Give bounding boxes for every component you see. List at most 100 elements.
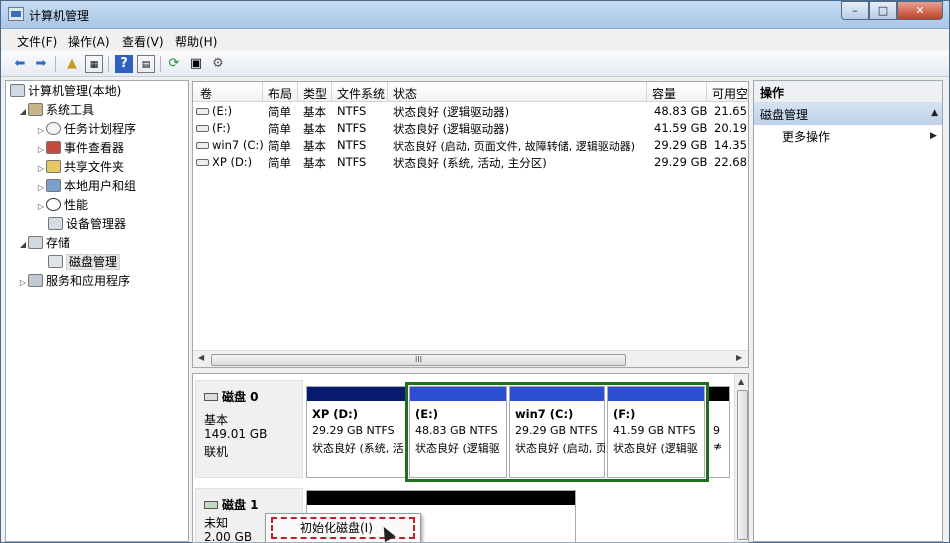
scrollbar-thumb[interactable]: III bbox=[211, 354, 626, 366]
free-space-cell: 20.19 bbox=[714, 121, 747, 135]
column-status[interactable]: 状态 bbox=[393, 85, 417, 102]
table-row[interactable]: win7 (C:) 简单 基本 NTFS 状态良好 (启动, 页面文件, 故障转… bbox=[193, 136, 748, 153]
tree-label: 系统工具 bbox=[46, 103, 95, 117]
horizontal-scrollbar[interactable]: ◀ III ▶ bbox=[193, 350, 748, 367]
capacity-cell: 41.59 GB bbox=[654, 121, 708, 135]
menu-view[interactable]: 查看(V) bbox=[122, 33, 164, 50]
expanded-arrow-icon[interactable]: ◢ bbox=[18, 102, 28, 121]
tree-item-local-users[interactable]: ▷ 本地用户和组 bbox=[36, 177, 136, 196]
scroll-up-icon[interactable]: ▲ bbox=[738, 377, 744, 386]
table-row[interactable]: (E:) 简单 基本 NTFS 状态良好 (逻辑驱动器) 48.83 GB 21… bbox=[193, 102, 748, 119]
settings-icon[interactable]: ⚙ bbox=[209, 55, 227, 73]
actions-header: 操作 bbox=[754, 81, 942, 103]
submenu-arrow-icon[interactable]: ▶ bbox=[930, 131, 937, 141]
partition-bar bbox=[307, 387, 405, 401]
disk-0-info[interactable]: 磁盘 0 基本 149.01 GB 联机 bbox=[195, 380, 303, 478]
column-free[interactable]: 可用空 bbox=[712, 85, 748, 102]
help-icon[interactable]: ? bbox=[115, 55, 133, 73]
more-actions-item[interactable]: 更多操作 bbox=[782, 128, 830, 145]
layout-cell: 简单 bbox=[268, 156, 291, 170]
column-volume[interactable]: 卷 bbox=[200, 85, 212, 102]
close-button[interactable]: ✕ bbox=[897, 1, 943, 20]
window-controls: – □ ✕ bbox=[841, 1, 943, 20]
expanded-arrow-icon[interactable]: ◢ bbox=[18, 235, 28, 254]
tree-label: 存储 bbox=[46, 236, 71, 250]
tree-item-shared-folders[interactable]: ▷ 共享文件夹 bbox=[36, 158, 124, 177]
navigation-tree: 计算机管理(本地) ◢ 系统工具 ▷ 任务计划程序 ▷ 事件查看器 ▷ 共享文件夹 ▷ 本… bbox=[5, 80, 189, 542]
column-layout[interactable]: 布局 bbox=[268, 85, 292, 102]
volume-list: 卷 布局 类型 文件系统 状态 容量 可用空 (E:) 简单 基本 NTFS 状… bbox=[192, 81, 749, 368]
collapsed-arrow-icon[interactable]: ▷ bbox=[18, 273, 28, 292]
tree-item-device-manager[interactable]: 设备管理器 bbox=[48, 215, 126, 234]
column-separator[interactable] bbox=[646, 82, 647, 102]
collapsed-arrow-icon[interactable]: ▷ bbox=[36, 178, 46, 197]
layout-cell: 简单 bbox=[268, 139, 291, 153]
computer-management-icon bbox=[8, 7, 24, 21]
column-separator[interactable] bbox=[262, 82, 263, 102]
collapsed-arrow-icon[interactable]: ▷ bbox=[36, 197, 46, 216]
column-separator[interactable] bbox=[297, 82, 298, 102]
tree-item-services[interactable]: ▷ 服务和应用程序 bbox=[18, 272, 130, 291]
collapsed-arrow-icon[interactable]: ▷ bbox=[36, 121, 46, 140]
menu-file[interactable]: 文件(F) bbox=[17, 33, 57, 50]
tree-item-performance[interactable]: ▷ 性能 bbox=[36, 196, 88, 215]
maximize-button[interactable]: □ bbox=[869, 1, 897, 20]
partition-xp-d[interactable]: XP (D:) 29.29 GB NTFS 状态良好 (系统, 活 bbox=[306, 386, 406, 478]
column-type[interactable]: 类型 bbox=[303, 85, 327, 102]
drive-icon bbox=[196, 125, 209, 132]
column-separator[interactable] bbox=[706, 82, 707, 102]
tree-item-event-viewer[interactable]: ▷ 事件查看器 bbox=[36, 139, 124, 158]
volume-name-cell: (E:) bbox=[196, 104, 232, 118]
menu-action[interactable]: 操作(A) bbox=[68, 33, 110, 50]
highlight-box bbox=[405, 382, 709, 482]
table-row[interactable]: XP (D:) 简单 基本 NTFS 状态良好 (系统, 活动, 主分区) 29… bbox=[193, 153, 748, 170]
show-tree-icon[interactable]: ▦ bbox=[85, 55, 103, 73]
type-cell: 基本 bbox=[303, 156, 326, 170]
scrollbar-thumb[interactable] bbox=[737, 390, 748, 540]
tree-label: 计算机管理(本地) bbox=[28, 84, 122, 98]
column-capacity[interactable]: 容量 bbox=[652, 85, 676, 102]
tree-item-task-scheduler[interactable]: ▷ 任务计划程序 bbox=[36, 120, 136, 139]
table-row[interactable]: (F:) 简单 基本 NTFS 状态良好 (逻辑驱动器) 41.59 GB 20… bbox=[193, 119, 748, 136]
scroll-left-icon[interactable]: ◀ bbox=[198, 353, 204, 362]
capacity-cell: 29.29 GB bbox=[654, 138, 708, 152]
users-icon bbox=[46, 179, 61, 192]
disk-type: 未知 bbox=[204, 516, 229, 530]
disk-icon bbox=[204, 393, 218, 401]
type-cell: 基本 bbox=[303, 105, 326, 119]
properties-icon[interactable]: ▤ bbox=[137, 55, 155, 73]
tree-item-root[interactable]: 计算机管理(本地) bbox=[10, 82, 121, 101]
partition-unallocated[interactable]: 9 ≉ bbox=[708, 386, 730, 478]
forward-icon[interactable]: ➡ bbox=[32, 55, 50, 73]
status-cell: 状态良好 (逻辑驱动器) bbox=[393, 105, 510, 119]
collapse-up-icon[interactable]: ▲ bbox=[931, 108, 938, 118]
section-label: 磁盘管理 bbox=[760, 108, 809, 122]
back-icon[interactable]: ⬅ bbox=[11, 55, 29, 73]
scroll-right-icon[interactable]: ▶ bbox=[736, 353, 742, 362]
vertical-scrollbar[interactable]: ▲ bbox=[734, 374, 748, 542]
column-filesystem[interactable]: 文件系统 bbox=[337, 85, 385, 102]
actions-section-disk-management[interactable]: 磁盘管理 ▲ bbox=[754, 103, 942, 125]
drive-icon bbox=[196, 108, 209, 115]
refresh-icon[interactable]: ⟳ bbox=[165, 55, 183, 73]
volume-name-cell: win7 (C:) bbox=[196, 138, 264, 152]
status-cell: 状态良好 (启动, 页面文件, 故障转储, 逻辑驱动器) bbox=[393, 140, 636, 153]
layout-cell: 简单 bbox=[268, 122, 291, 136]
tree-item-storage[interactable]: ◢ 存储 bbox=[18, 234, 70, 253]
disk-management-icon bbox=[48, 255, 63, 268]
collapsed-arrow-icon[interactable]: ▷ bbox=[36, 140, 46, 159]
status-cell: 状态良好 (系统, 活动, 主分区) bbox=[393, 156, 547, 170]
menu-help[interactable]: 帮助(H) bbox=[175, 33, 217, 50]
free-space-cell: 22.68 bbox=[714, 155, 747, 169]
tree-item-system-tools[interactable]: ◢ 系统工具 bbox=[18, 101, 94, 120]
filesystem-cell: NTFS bbox=[337, 155, 367, 169]
collapsed-arrow-icon[interactable]: ▷ bbox=[36, 159, 46, 178]
column-separator[interactable] bbox=[331, 82, 332, 102]
export-icon[interactable]: ▣ bbox=[187, 55, 205, 73]
disk-0-title: 磁盘 0 bbox=[204, 388, 259, 405]
tree-label: 设备管理器 bbox=[66, 217, 127, 231]
column-separator[interactable] bbox=[387, 82, 388, 102]
tree-item-disk-management[interactable]: 磁盘管理 bbox=[48, 253, 121, 272]
minimize-button[interactable]: – bbox=[841, 1, 869, 20]
up-folder-icon[interactable]: ▲ bbox=[63, 55, 81, 73]
